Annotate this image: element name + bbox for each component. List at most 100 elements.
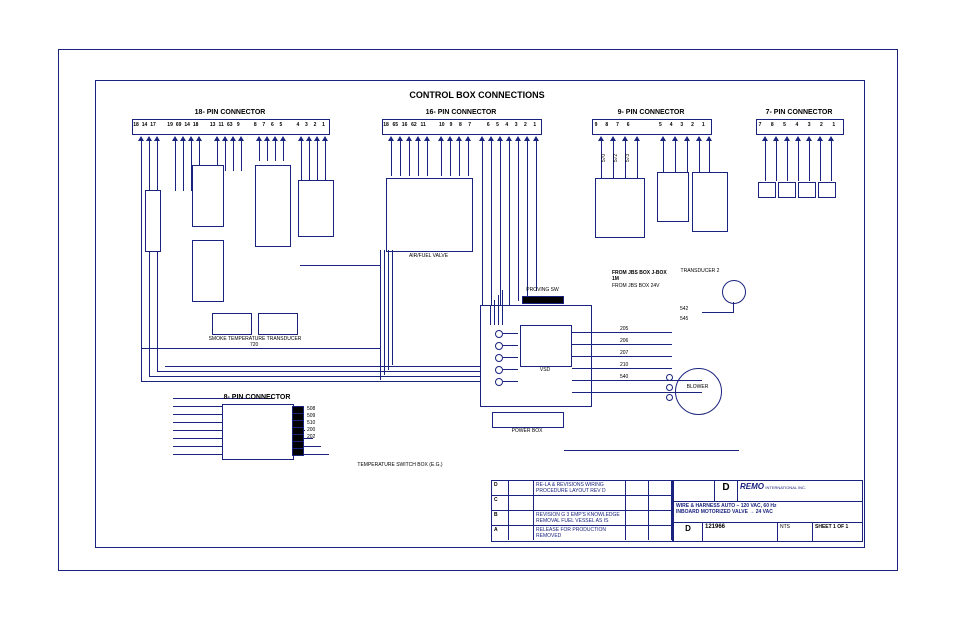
wire-num: 200 bbox=[307, 427, 315, 433]
pin-number: 5 bbox=[781, 122, 789, 128]
pin-number: 5 bbox=[656, 122, 664, 128]
pin-number: 6 bbox=[484, 122, 492, 128]
pin-number: 8 bbox=[768, 122, 776, 128]
pin-number: 1 bbox=[319, 122, 327, 128]
pin-number: 3 bbox=[678, 122, 686, 128]
company-logo: REMO bbox=[740, 482, 764, 491]
page: CONTROL BOX CONNECTIONS 18- PIN CONNECTO… bbox=[0, 0, 954, 618]
pin-number: 4 bbox=[294, 122, 302, 128]
wire-num: 542 bbox=[680, 306, 688, 312]
pin-number: 14 bbox=[141, 122, 149, 128]
revision-block: DRE-LA & REVISIONS WIRING PROCEDURE LAYO… bbox=[491, 480, 673, 542]
pin-number: 5 bbox=[494, 122, 502, 128]
pin-number: 4 bbox=[503, 122, 511, 128]
connector-5 bbox=[222, 404, 294, 460]
wire-num: 570 bbox=[601, 154, 607, 162]
pin-number: 1 bbox=[531, 122, 539, 128]
wire-num: 510 bbox=[307, 420, 315, 426]
pin-number: 5 bbox=[277, 122, 285, 128]
airfuel-valve-box bbox=[386, 178, 473, 252]
wire-num: 720 bbox=[250, 342, 258, 348]
pin-numbers-c1: 18141719691418131163987654321 bbox=[132, 122, 328, 132]
pin-number: 65 bbox=[391, 122, 399, 128]
component-box bbox=[145, 190, 161, 252]
wire-num: 206 bbox=[620, 338, 628, 344]
connector-5-label: 8- PIN CONNECTOR bbox=[222, 394, 292, 401]
wire-num: 540 bbox=[620, 374, 628, 380]
title-block: D REMO INTERNATIONAL INC. WIRE & HARNESS… bbox=[673, 480, 863, 542]
pin-number: 2 bbox=[311, 122, 319, 128]
pin-number: 13 bbox=[209, 122, 217, 128]
dwg-title-2: INBOARD MOTORIZED VALVE → 24 VAC bbox=[676, 509, 860, 515]
wire-num: 205 bbox=[620, 326, 628, 332]
pin-numbers-c3: 987654321 bbox=[592, 122, 710, 132]
pin-numbers-c2: 186516621110987654321 bbox=[382, 122, 540, 132]
proving-sw bbox=[522, 296, 564, 304]
pin-number: 9 bbox=[234, 122, 242, 128]
dwg-sheet: SHEET 1 OF 1 bbox=[813, 523, 862, 541]
pin-number: 18 bbox=[382, 122, 390, 128]
pin-number: 7 bbox=[756, 122, 764, 128]
terminal bbox=[798, 182, 816, 198]
wire-num: 207 bbox=[620, 350, 628, 356]
pin-number: 1 bbox=[699, 122, 707, 128]
transducer-symbol bbox=[722, 280, 746, 304]
blower-motor bbox=[675, 368, 722, 415]
pin-number: 3 bbox=[302, 122, 310, 128]
pin-number: 62 bbox=[410, 122, 418, 128]
from-main-label: FROM JBS BOX J-BOX 1M bbox=[612, 270, 672, 282]
pin-number: 3 bbox=[512, 122, 520, 128]
wire-num: 508 bbox=[307, 406, 315, 412]
pin-number: 16 bbox=[401, 122, 409, 128]
airfuel-label: AIR/FUEL VALVE bbox=[386, 253, 471, 259]
component-box bbox=[692, 172, 728, 232]
trunk bbox=[141, 348, 381, 349]
pin-number: 9 bbox=[592, 122, 600, 128]
pin-numbers-c4: 7854321 bbox=[756, 122, 842, 132]
pin-number: 17 bbox=[149, 122, 157, 128]
diagram-title: CONTROL BOX CONNECTIONS bbox=[0, 90, 954, 100]
pin-number: 7 bbox=[466, 122, 474, 128]
component-box bbox=[255, 165, 291, 247]
pin-number: 2 bbox=[521, 122, 529, 128]
pin-number: 11 bbox=[217, 122, 225, 128]
terminal bbox=[758, 182, 776, 198]
pin-number: 6 bbox=[624, 122, 632, 128]
component-box bbox=[298, 180, 334, 237]
dwg-size: D bbox=[674, 523, 703, 541]
connector-3-label: 9- PIN CONNECTOR bbox=[596, 109, 706, 116]
transducer-box bbox=[212, 313, 252, 335]
pin-number: 19 bbox=[166, 122, 174, 128]
terminal bbox=[778, 182, 796, 198]
component-box bbox=[192, 240, 224, 302]
component-box bbox=[595, 178, 645, 238]
transducer-box bbox=[258, 313, 298, 335]
pin-number: 4 bbox=[667, 122, 675, 128]
dwg-number: 121966 bbox=[703, 523, 778, 541]
pin-number: 2 bbox=[817, 122, 825, 128]
divider bbox=[672, 480, 673, 540]
blower-label: BLOWER bbox=[675, 384, 720, 390]
pin-number: 69 bbox=[175, 122, 183, 128]
dwg-scale: NTS bbox=[778, 523, 813, 541]
pin-number: 8 bbox=[251, 122, 259, 128]
pin-number: 1 bbox=[830, 122, 838, 128]
vsd-box bbox=[520, 325, 572, 367]
connector-1-label: 18- PIN CONNECTOR bbox=[135, 109, 325, 116]
powerbox bbox=[492, 412, 564, 428]
pin-number: 18 bbox=[132, 122, 140, 128]
pin-number: 10 bbox=[438, 122, 446, 128]
pin-number: 7 bbox=[260, 122, 268, 128]
pin-number: 8 bbox=[603, 122, 611, 128]
pin-number: 4 bbox=[793, 122, 801, 128]
connector-4-label: 7- PIN CONNECTOR bbox=[759, 109, 839, 116]
pin-number: 6 bbox=[268, 122, 276, 128]
connector-2-label: 16- PIN CONNECTOR bbox=[386, 109, 536, 116]
from-main2-label: FROM JBS BOX 24V bbox=[612, 283, 672, 289]
pin-number: 11 bbox=[419, 122, 427, 128]
trunk bbox=[300, 265, 380, 266]
trans2-label: TRANSDUCER 2 bbox=[680, 268, 720, 274]
tempsw-label: TEMPERATURE SWITCH BOX (E.G.) bbox=[350, 462, 450, 468]
company-sub: INTERNATIONAL INC. bbox=[765, 485, 806, 490]
pin-number: 63 bbox=[226, 122, 234, 128]
